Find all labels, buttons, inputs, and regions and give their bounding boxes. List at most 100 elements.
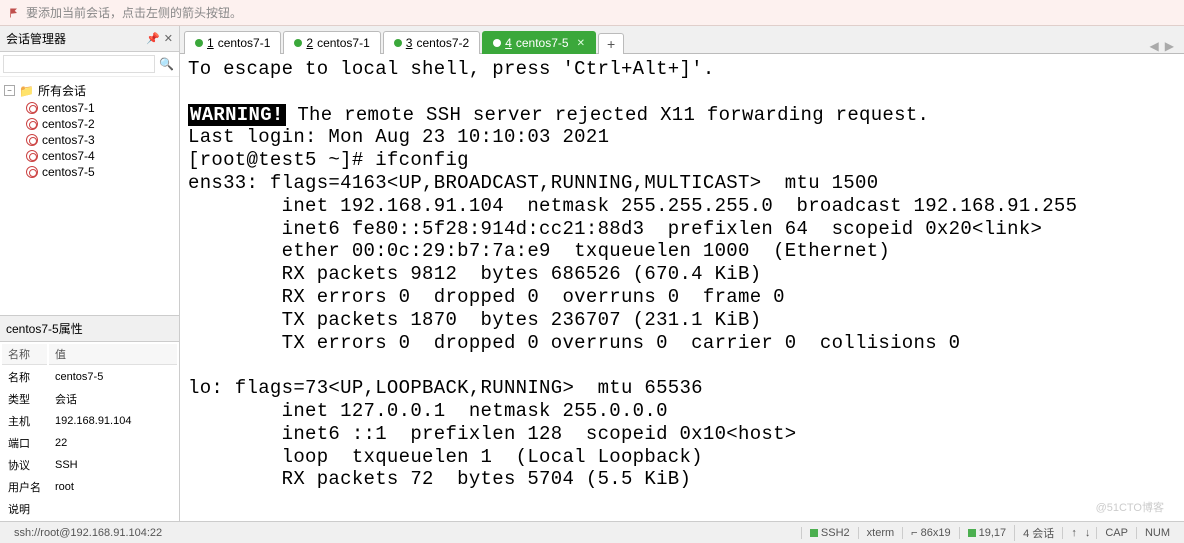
property-value [49, 499, 177, 519]
tab-number: 4 [505, 36, 512, 50]
tab-nav-right-icon[interactable]: ▶ [1165, 39, 1174, 53]
status-num: NUM [1136, 527, 1178, 539]
session-icon [26, 150, 38, 162]
status-nav-up[interactable]: ↑ [1062, 527, 1085, 539]
tab-centos7-5[interactable]: 4 centos7-5 ✕ [482, 31, 596, 54]
term-escape: To escape to local shell, press 'Ctrl+Al… [188, 58, 715, 80]
tab-number: 1 [207, 36, 214, 50]
session-search-input[interactable] [3, 55, 155, 73]
status-nav-down[interactable]: ↓ [1085, 527, 1097, 539]
status-pos: 19,17 [959, 527, 1015, 539]
session-icon [26, 166, 38, 178]
property-value: 22 [49, 433, 177, 453]
session-item-label: centos7-1 [42, 101, 95, 115]
tab-number: 2 [306, 36, 313, 50]
term-if1-rxp: RX packets 9812 bytes 686526 (670.4 KiB) [188, 263, 761, 285]
tab-status-icon [195, 39, 203, 47]
tab-status-icon [394, 39, 402, 47]
term-if1-ether: ether 00:0c:29:b7:7a:e9 txqueuelen 1000 … [188, 240, 890, 262]
session-item-label: centos7-3 [42, 133, 95, 147]
tab-centos7-1[interactable]: 1 centos7-1 [184, 31, 281, 54]
property-key: 端口 [2, 433, 47, 453]
session-item[interactable]: centos7-4 [2, 148, 177, 164]
status-size: ⌐ 86x19 [902, 527, 958, 539]
tree-root[interactable]: − 📁 所有会话 [2, 81, 177, 100]
property-value: 192.168.91.104 [49, 411, 177, 431]
new-tab-button[interactable]: + [598, 33, 624, 54]
tab-status-icon [493, 39, 501, 47]
status-cap: CAP [1096, 527, 1136, 539]
property-value: 会话 [49, 389, 177, 409]
property-row: 主机192.168.91.104 [2, 411, 177, 431]
ssh-status-icon [810, 529, 818, 537]
hint-text: 要添加当前会话，点击左侧的箭头按钮。 [26, 4, 242, 21]
term-if1-inet6: inet6 fe80::5f28:914d:cc21:88d3 prefixle… [188, 218, 1042, 240]
status-conn: ssh://root@192.168.91.104:22 [6, 527, 170, 539]
property-row: 协议SSH [2, 455, 177, 475]
status-bar: ssh://root@192.168.91.104:22 SSH2 xterm … [0, 521, 1184, 543]
tab-status-icon [294, 39, 302, 47]
property-value: root [49, 477, 177, 497]
term-if1-txp: TX packets 1870 bytes 236707 (231.1 KiB) [188, 309, 761, 331]
close-panel-icon[interactable]: ✕ [164, 32, 173, 45]
status-term: xterm [858, 527, 903, 539]
session-item[interactable]: centos7-2 [2, 116, 177, 132]
status-sessions: 4 会话 [1014, 525, 1062, 541]
tab-nav-left-icon[interactable]: ◀ [1150, 39, 1159, 53]
tabs-nav: ◀ ▶ [1150, 39, 1180, 53]
tab-label: centos7-1 [317, 36, 370, 50]
property-key: 协议 [2, 455, 47, 475]
folder-icon: 📁 [19, 84, 34, 98]
session-manager-label: 会话管理器 [6, 30, 66, 47]
session-item-label: centos7-5 [42, 165, 95, 179]
status-ssh: SSH2 [801, 527, 858, 539]
term-if1-txe: TX errors 0 dropped 0 overruns 0 carrier… [188, 332, 960, 354]
props-header-value: 值 [49, 344, 177, 365]
session-search-row: 🔍 [0, 52, 179, 77]
term-if1: ens33: flags=4163<UP,BROADCAST,RUNNING,M… [188, 172, 878, 194]
term-if2-loop: loop txqueuelen 1 (Local Loopback) [188, 446, 703, 468]
main-row: 会话管理器 📌 ✕ 🔍 − 📁 所有会话 centos7-1centos7-2c… [0, 26, 1184, 521]
properties-title: centos7-5属性 [0, 316, 179, 342]
term-if2: lo: flags=73<UP,LOOPBACK,RUNNING> mtu 65… [188, 377, 703, 399]
session-tree: − 📁 所有会话 centos7-1centos7-2centos7-3cent… [0, 77, 179, 184]
pin-icon[interactable]: 📌 [146, 32, 160, 45]
properties-panel: centos7-5属性 名称 值 名称centos7-5类型会话主机192.16… [0, 315, 179, 521]
right-column: 1 centos7-12 centos7-13 centos7-24 cento… [180, 26, 1184, 521]
property-value: centos7-5 [49, 367, 177, 387]
session-item[interactable]: centos7-3 [2, 132, 177, 148]
property-row: 端口22 [2, 433, 177, 453]
terminal[interactable]: To escape to local shell, press 'Ctrl+Al… [180, 54, 1184, 521]
tab-close-icon[interactable]: ✕ [577, 38, 585, 49]
tab-centos7-2[interactable]: 3 centos7-2 [383, 31, 480, 54]
term-warning-text: The remote SSH server rejected X11 forwa… [286, 104, 930, 126]
hint-bar: 要添加当前会话，点击左侧的箭头按钮。 [0, 0, 1184, 26]
session-item-label: centos7-4 [42, 149, 95, 163]
session-icon [26, 134, 38, 146]
session-item[interactable]: centos7-5 [2, 164, 177, 180]
session-item[interactable]: centos7-1 [2, 100, 177, 116]
property-key: 主机 [2, 411, 47, 431]
tab-centos7-1[interactable]: 2 centos7-1 [283, 31, 380, 54]
collapse-icon[interactable]: − [4, 85, 15, 96]
tab-label: centos7-2 [416, 36, 469, 50]
term-if2-inet6: inet6 ::1 prefixlen 128 scopeid 0x10<hos… [188, 423, 797, 445]
session-item-label: centos7-2 [42, 117, 95, 131]
term-if2-inet: inet 127.0.0.1 netmask 255.0.0.0 [188, 400, 668, 422]
tree-root-label: 所有会话 [38, 82, 86, 99]
tabs-row: 1 centos7-12 centos7-13 centos7-24 cento… [180, 26, 1184, 54]
property-key: 用户名 [2, 477, 47, 497]
session-icon [26, 118, 38, 130]
session-manager-title: 会话管理器 📌 ✕ [0, 26, 179, 52]
flag-icon [8, 7, 20, 19]
term-login: Last login: Mon Aug 23 10:10:03 2021 [188, 126, 609, 148]
term-if1-inet: inet 192.168.91.104 netmask 255.255.255.… [188, 195, 1077, 217]
term-if2-rxp: RX packets 72 bytes 5704 (5.5 KiB) [188, 468, 691, 490]
tab-label: centos7-5 [516, 36, 569, 50]
property-row: 说明 [2, 499, 177, 519]
tree-children: centos7-1 centos7-2 centos7-3 centos7-4 cent… [2, 100, 177, 180]
term-warning-label: WARNING! [188, 104, 286, 126]
property-key: 说明 [2, 499, 47, 519]
properties-table: 名称 值 名称centos7-5类型会话主机192.168.91.104端口22… [0, 342, 179, 521]
search-icon[interactable]: 🔍 [155, 57, 178, 71]
